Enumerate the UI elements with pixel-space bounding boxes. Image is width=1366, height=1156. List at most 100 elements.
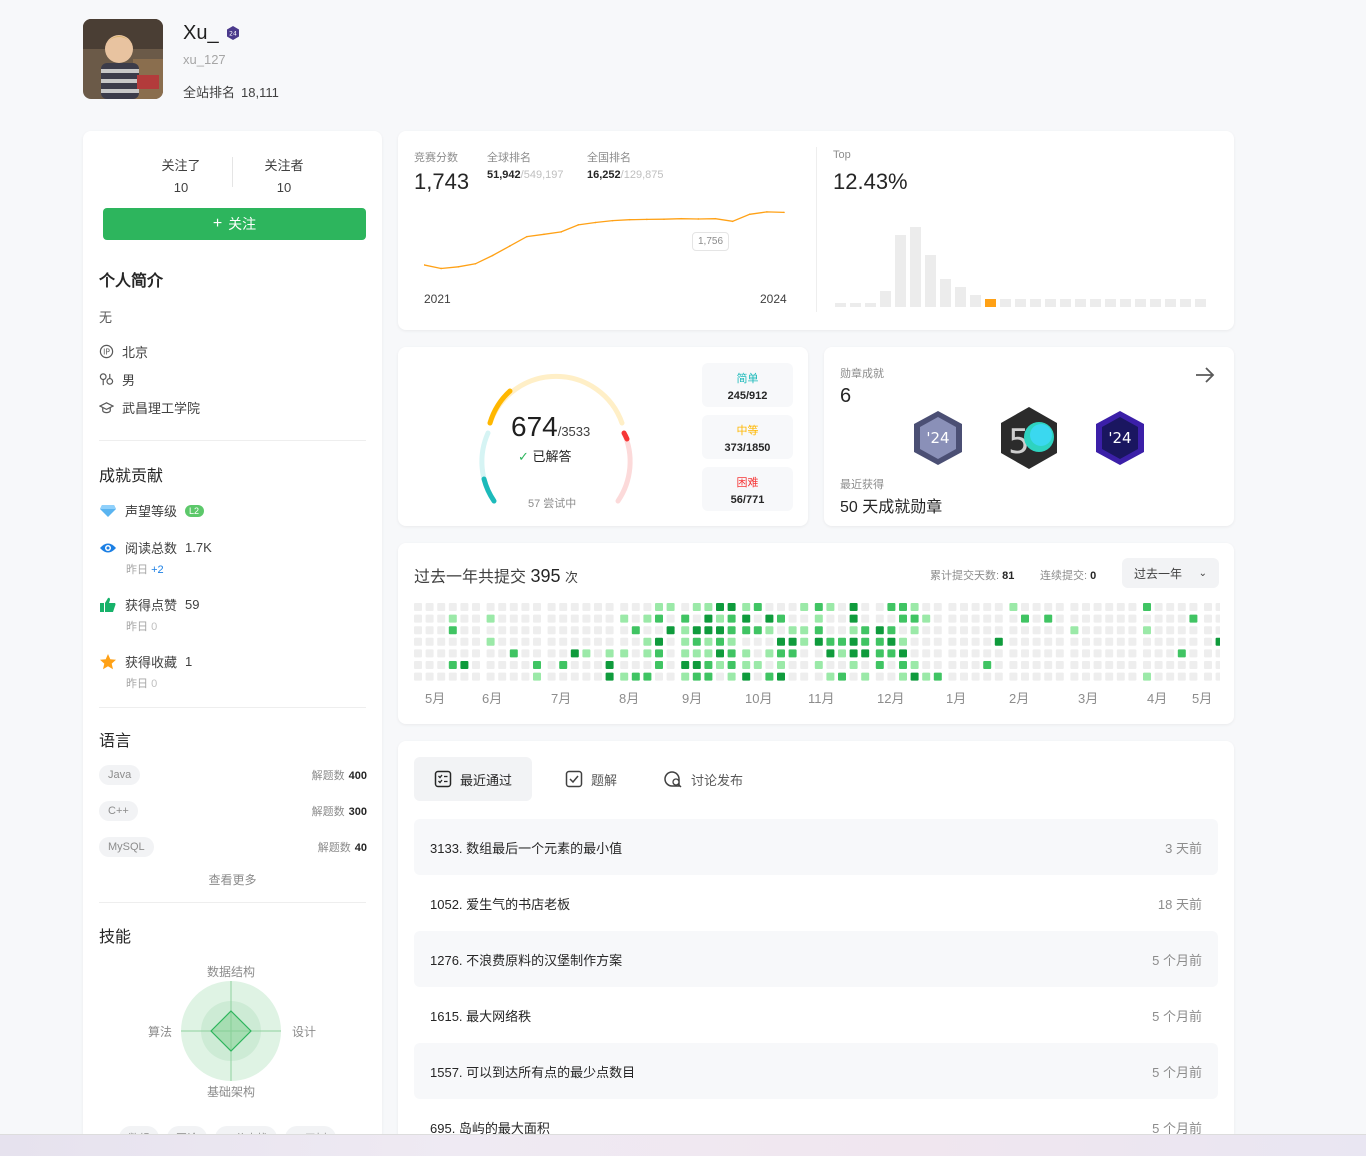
heatmap-day-cell[interactable] [716,672,724,681]
heatmap-day-cell[interactable] [1009,626,1018,635]
heatmap-day-cell[interactable] [814,649,823,658]
following-stat[interactable]: 关注了 10 [131,155,231,195]
heatmap-day-cell[interactable] [1215,626,1220,635]
heatmap-day-cell[interactable] [933,626,942,635]
range-select[interactable]: 过去一年 ⌄ [1122,558,1219,588]
heatmap-day-cell[interactable] [692,637,701,646]
heatmap-day-cell[interactable] [1082,672,1090,681]
heatmap-day-cell[interactable] [486,626,495,635]
heatmap-day-cell[interactable] [643,661,652,669]
heatmap-day-cell[interactable] [582,661,591,669]
heatmap-day-cell[interactable] [765,649,774,658]
heatmap-day-cell[interactable] [1093,637,1102,646]
heatmap-day-cell[interactable] [814,637,823,646]
heatmap-day-cell[interactable] [570,614,579,623]
heatmap-day-cell[interactable] [910,614,919,623]
heatmap-day-cell[interactable] [948,672,957,681]
heatmap-day-cell[interactable] [887,603,896,611]
heatmap-day-cell[interactable] [1021,603,1029,611]
heatmap-day-cell[interactable] [788,614,797,623]
heatmap-day-cell[interactable] [1055,614,1064,623]
distribution-bar[interactable] [1075,299,1086,307]
heatmap-day-cell[interactable] [437,661,446,669]
heatmap-day-cell[interactable] [899,603,907,611]
heatmap-day-cell[interactable] [448,649,457,658]
heatmap-day-cell[interactable] [498,661,507,669]
heatmap-day-cell[interactable] [875,603,884,611]
heatmap-day-cell[interactable] [1032,603,1041,611]
heatmap-day-cell[interactable] [692,626,701,635]
heatmap-day-cell[interactable] [1021,672,1029,681]
heatmap-day-cell[interactable] [777,672,785,681]
heatmap-day-cell[interactable] [486,603,495,611]
heatmap-day-cell[interactable] [875,672,884,681]
heatmap-day-cell[interactable] [1116,637,1125,646]
heatmap-day-cell[interactable] [1021,661,1029,669]
heatmap-day-cell[interactable] [765,603,774,611]
heatmap-day-cell[interactable] [814,672,823,681]
heatmap-day-cell[interactable] [948,603,957,611]
heatmap-day-cell[interactable] [509,637,518,646]
heatmap-day-cell[interactable] [899,672,907,681]
heatmap-day-cell[interactable] [582,614,591,623]
heatmap-day-cell[interactable] [1166,637,1175,646]
heatmap-day-cell[interactable] [753,649,762,658]
heatmap-day-cell[interactable] [788,626,797,635]
heatmap-day-cell[interactable] [1044,637,1053,646]
heatmap-day-cell[interactable] [655,603,663,611]
heatmap-day-cell[interactable] [753,672,762,681]
heatmap-day-cell[interactable] [994,603,1003,611]
heatmap-day-cell[interactable] [753,661,762,669]
heatmap-day-cell[interactable] [559,649,568,658]
heatmap-day-cell[interactable] [826,672,835,681]
heatmap-day-cell[interactable] [460,637,469,646]
heatmap-day-cell[interactable] [910,661,919,669]
heatmap-day-cell[interactable] [922,626,931,635]
heatmap-day-cell[interactable] [960,614,968,623]
heatmap-day-cell[interactable] [1032,614,1041,623]
rating-point[interactable] [491,254,494,257]
heatmap-day-cell[interactable] [594,626,602,635]
heatmap-day-cell[interactable] [1166,672,1175,681]
rating-distribution-chart[interactable] [835,219,1215,311]
heatmap-day-cell[interactable] [727,603,736,611]
heatmap-day-cell[interactable] [788,661,797,669]
heatmap-day-cell[interactable] [1204,603,1212,611]
heatmap-day-cell[interactable] [742,614,751,623]
distribution-bar[interactable] [1105,299,1116,307]
rating-point[interactable] [783,211,785,214]
rating-point[interactable] [577,224,580,226]
heatmap-day-cell[interactable] [800,672,809,681]
easy-stat[interactable]: 简单 245/912 [702,363,793,407]
heatmap-day-cell[interactable] [594,649,602,658]
heatmap-day-cell[interactable] [1189,637,1198,646]
heatmap-day-cell[interactable] [887,661,896,669]
heatmap-day-cell[interactable] [414,661,422,669]
heatmap-day-cell[interactable] [887,637,896,646]
2024-purple-badge-icon[interactable]: '24 [1094,409,1146,467]
heatmap-day-cell[interactable] [582,672,591,681]
heatmap-day-cell[interactable] [460,661,469,669]
heatmap-day-cell[interactable] [666,661,675,669]
distribution-bar[interactable] [1015,299,1026,307]
heatmap-day-cell[interactable] [681,603,690,611]
heatmap-day-cell[interactable] [1189,661,1198,669]
heatmap-day-cell[interactable] [727,661,736,669]
heatmap-day-cell[interactable] [1177,661,1186,669]
50-days-badge-icon[interactable]: 5 [997,405,1061,471]
heatmap-day-cell[interactable] [1105,603,1114,611]
heatmap-day-cell[interactable] [1009,649,1018,658]
heatmap-day-cell[interactable] [681,637,690,646]
heatmap-day-cell[interactable] [1082,649,1090,658]
heatmap-day-cell[interactable] [849,672,858,681]
rating-point[interactable] [543,233,545,236]
heatmap-day-cell[interactable] [1204,661,1212,669]
heatmap-day-cell[interactable] [1044,661,1053,669]
rating-point[interactable] [474,262,477,265]
heatmap-day-cell[interactable] [1177,603,1186,611]
heatmap-day-cell[interactable] [727,626,736,635]
heatmap-day-cell[interactable] [692,661,701,669]
heatmap-day-cell[interactable] [414,672,422,681]
heatmap-day-cell[interactable] [1070,626,1079,635]
heatmap-day-cell[interactable] [460,626,469,635]
